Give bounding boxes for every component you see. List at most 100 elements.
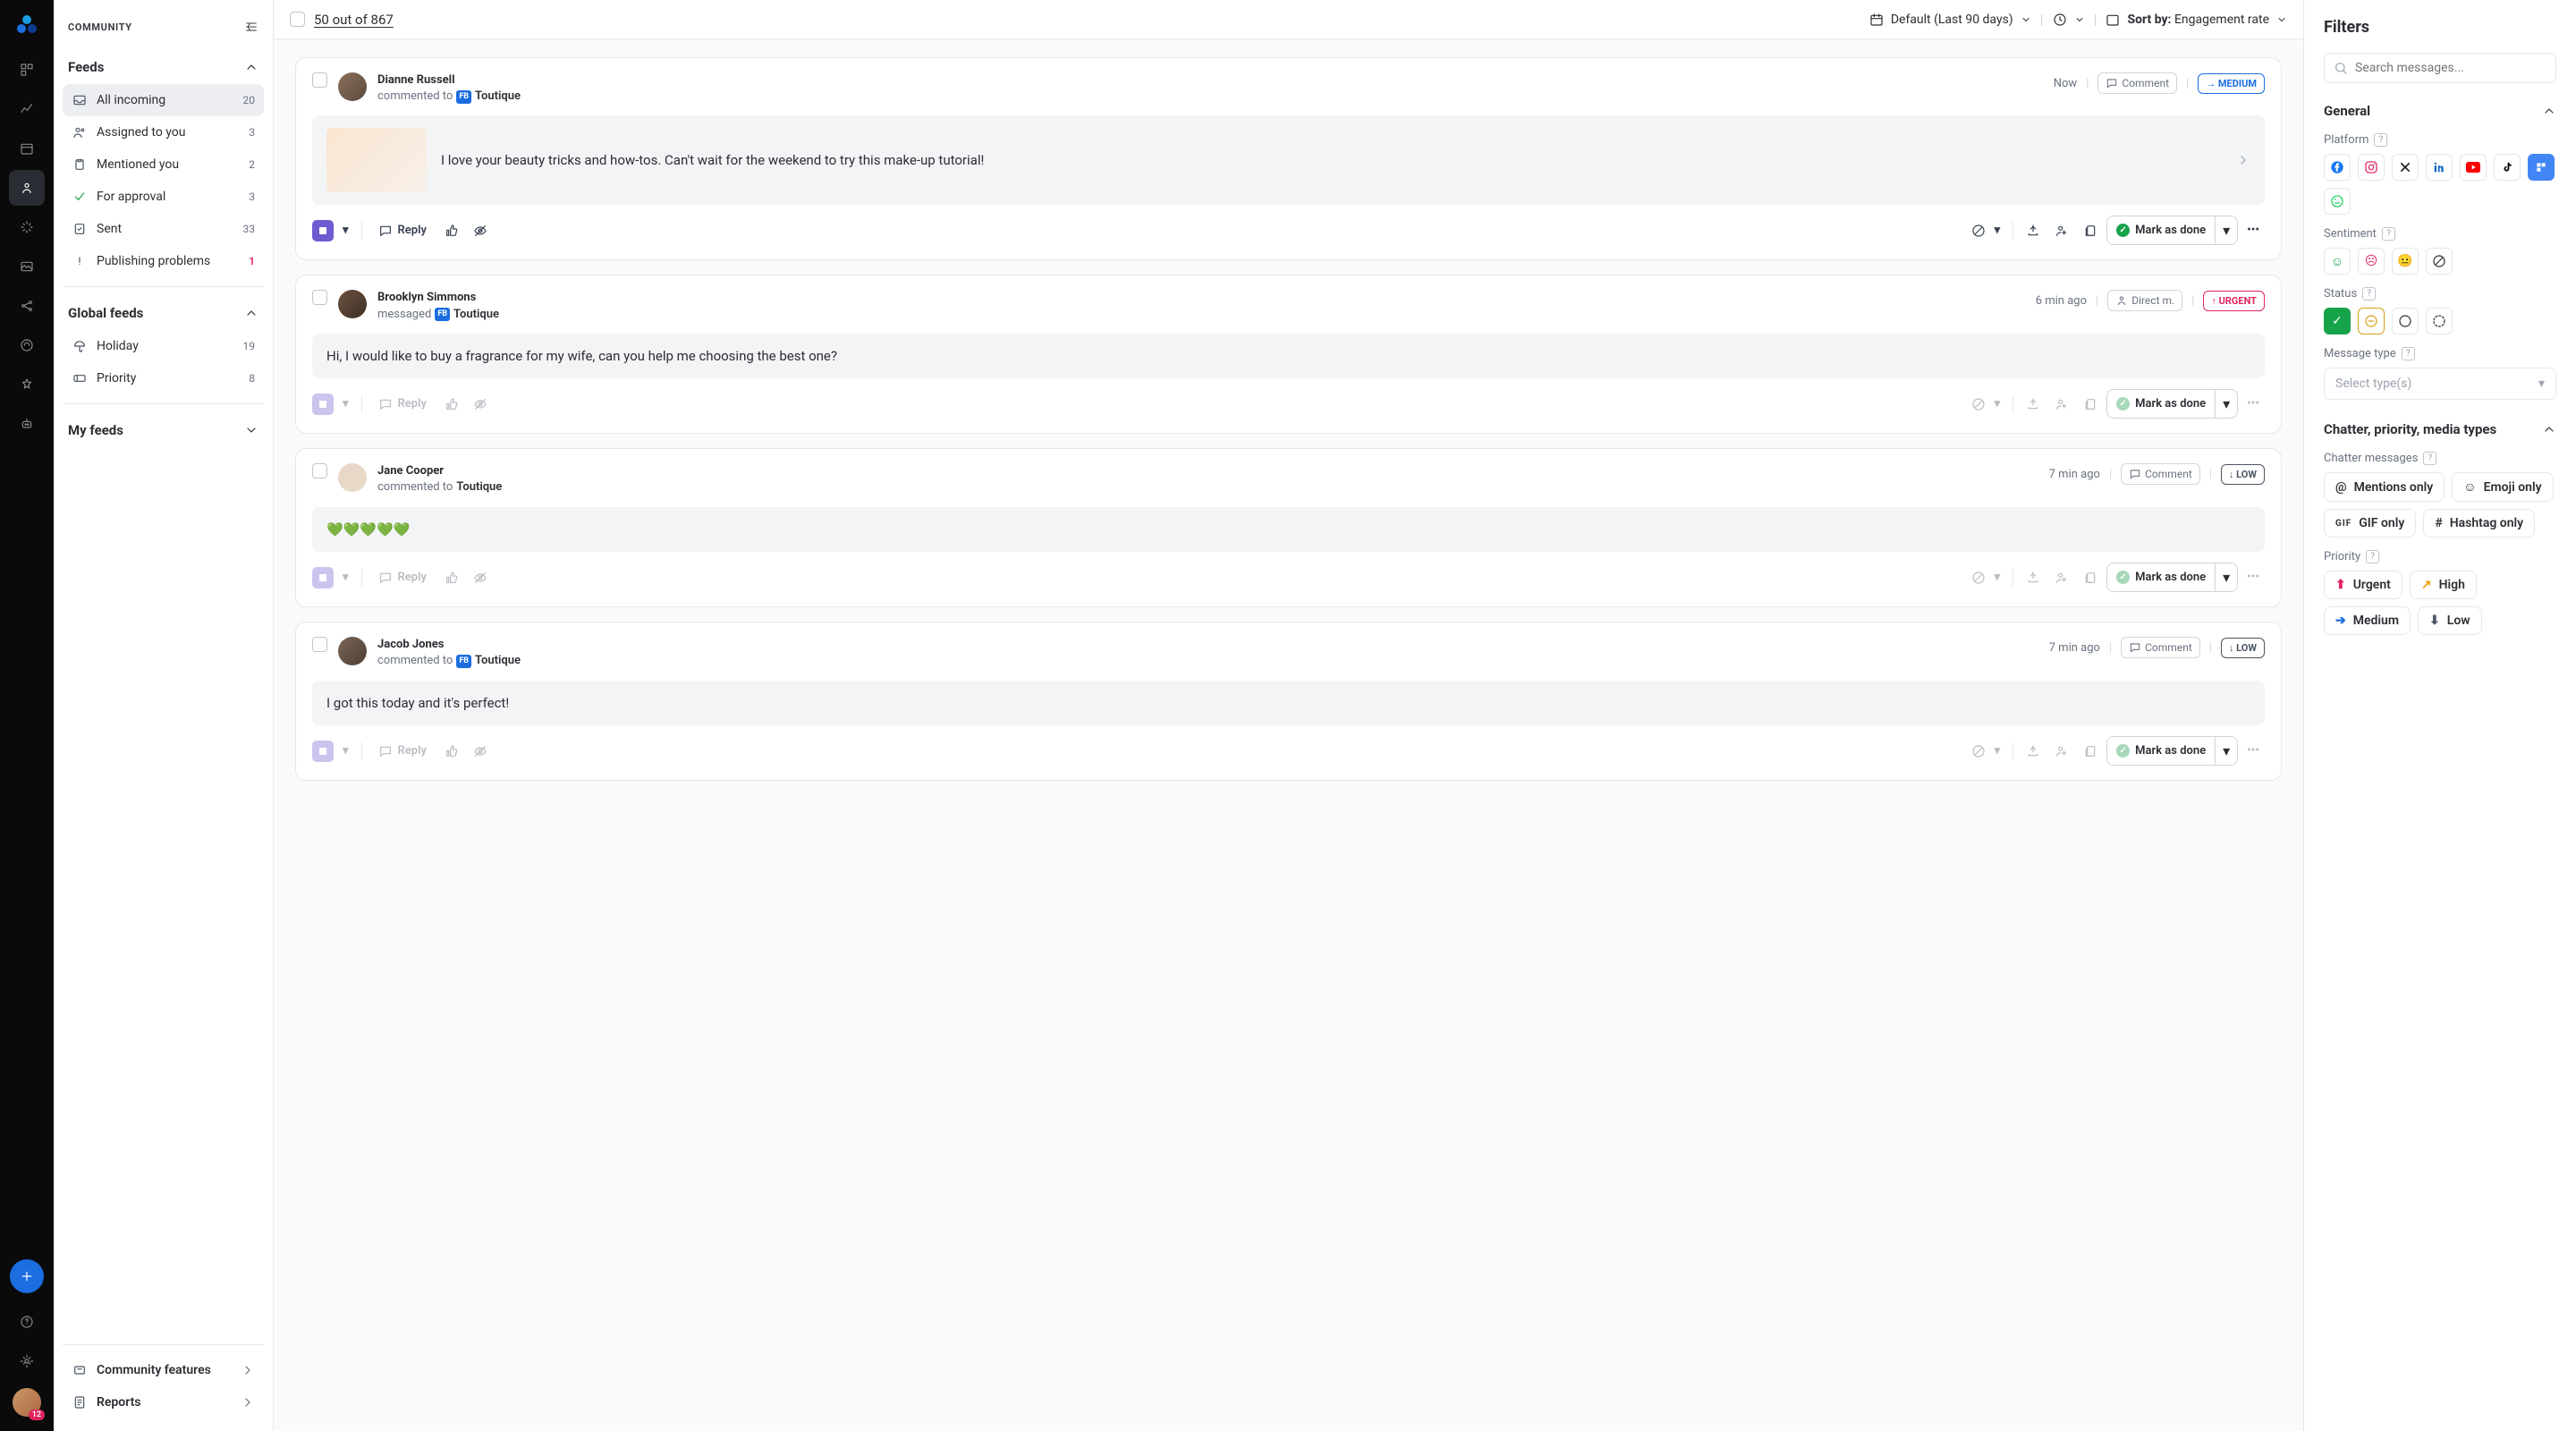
nav-community-icon[interactable] (9, 170, 45, 206)
nav-analytics-icon[interactable] (9, 91, 45, 127)
assign-button[interactable] (2049, 392, 2074, 417)
nav-media-icon[interactable] (9, 249, 45, 284)
platform-tiktok[interactable] (2494, 154, 2521, 181)
chatter-mentions[interactable]: @Mentions only (2324, 472, 2445, 502)
footer-community-features[interactable]: Community features (63, 1354, 264, 1386)
priority-high[interactable]: ↗High (2410, 571, 2477, 599)
mark-done-dropdown[interactable]: ▾ (2215, 216, 2237, 244)
hide-button[interactable] (468, 739, 493, 764)
help-icon[interactable]: ? (2366, 550, 2379, 563)
assign-button[interactable] (2049, 565, 2074, 590)
nav-bot-icon[interactable] (9, 406, 45, 442)
select-checkbox[interactable] (312, 290, 327, 305)
sentiment-positive[interactable]: ☺ (2324, 248, 2351, 275)
expand-icon[interactable] (2236, 153, 2250, 167)
channel-badge[interactable] (312, 567, 334, 588)
direct-message-pill[interactable]: Direct m. (2107, 290, 2182, 311)
platform-linkedin[interactable] (2426, 154, 2453, 181)
collapse-sidebar-icon[interactable] (244, 20, 258, 34)
platform-whatsapp[interactable] (2324, 188, 2351, 215)
hide-button[interactable] (468, 392, 493, 417)
sidebar-item-problems[interactable]: Publishing problems 1 (63, 245, 264, 277)
sidebar-item-priority[interactable]: Priority 8 (63, 362, 264, 394)
select-all-checkbox[interactable] (290, 12, 305, 27)
block-button[interactable] (1966, 739, 1991, 764)
reply-button[interactable]: Reply (369, 392, 436, 417)
help-icon[interactable]: ? (2374, 133, 2387, 147)
hide-button[interactable] (468, 218, 493, 243)
mark-done-dropdown[interactable]: ▾ (2215, 390, 2237, 418)
priority-badge[interactable]: ↓ LOW (2221, 464, 2265, 485)
copy-button[interactable] (2078, 739, 2103, 764)
help-icon[interactable] (9, 1304, 45, 1340)
platform-instagram[interactable] (2358, 154, 2385, 181)
copy-button[interactable] (2078, 565, 2103, 590)
sidebar-item-all-incoming[interactable]: All incoming 20 (63, 84, 264, 116)
compose-button[interactable] (10, 1259, 44, 1293)
help-icon[interactable]: ? (2382, 227, 2395, 241)
results-count[interactable]: 50 out of 867 (314, 12, 394, 28)
more-button[interactable]: ••• (2241, 739, 2265, 763)
block-button[interactable] (1966, 218, 1991, 243)
nav-reviews-icon[interactable] (9, 367, 45, 402)
user-avatar[interactable]: 12 (13, 1388, 41, 1417)
export-button[interactable] (2021, 392, 2046, 417)
nav-share-icon[interactable] (9, 288, 45, 324)
mark-done-dropdown[interactable]: ▾ (2215, 737, 2237, 765)
section-feeds[interactable]: Feeds (63, 50, 264, 84)
sentiment-neutral[interactable]: 😐 (2392, 248, 2419, 275)
channel-badge[interactable] (312, 220, 334, 241)
mark-done-button[interactable]: ✓Mark as done ▾ (2106, 389, 2238, 419)
platform-youtube[interactable] (2460, 154, 2487, 181)
priority-badge[interactable]: → MEDIUM (2198, 73, 2265, 94)
copy-button[interactable] (2078, 218, 2103, 243)
channel-dropdown[interactable]: ▾ (337, 565, 354, 589)
sidebar-item-sent[interactable]: Sent 33 (63, 213, 264, 245)
filter-section-general[interactable]: General (2324, 103, 2556, 119)
status-done[interactable]: ✓ (2324, 308, 2351, 334)
channel-badge[interactable] (312, 741, 334, 762)
chatter-emoji[interactable]: ☺Emoji only (2452, 472, 2553, 502)
like-button[interactable] (439, 392, 464, 417)
help-icon[interactable]: ? (2362, 287, 2376, 301)
export-button[interactable] (2021, 218, 2046, 243)
mark-done-button[interactable]: ✓Mark as done ▾ (2106, 563, 2238, 592)
export-button[interactable] (2021, 739, 2046, 764)
more-button[interactable]: ••• (2241, 565, 2265, 589)
chatter-hashtag[interactable]: #Hashtag only (2423, 509, 2535, 538)
assign-button[interactable] (2049, 218, 2074, 243)
channel-badge[interactable] (312, 394, 334, 415)
block-dropdown[interactable]: ▾ (1989, 565, 2006, 589)
nav-ai-icon[interactable] (9, 209, 45, 245)
select-checkbox[interactable] (312, 72, 327, 88)
block-dropdown[interactable]: ▾ (1989, 392, 2006, 416)
like-button[interactable] (439, 739, 464, 764)
sidebar-item-approval[interactable]: For approval 3 (63, 181, 264, 213)
channel-dropdown[interactable]: ▾ (337, 218, 354, 242)
priority-low[interactable]: ⬇Low (2418, 606, 2482, 635)
reply-button[interactable]: Reply (369, 218, 436, 243)
block-dropdown[interactable]: ▾ (1989, 739, 2006, 763)
like-button[interactable] (439, 565, 464, 590)
reply-button[interactable]: Reply (369, 739, 436, 764)
platform-facebook[interactable] (2324, 154, 2351, 181)
priority-urgent[interactable]: ⬆Urgent (2324, 571, 2402, 599)
comment-button[interactable]: Comment (2097, 72, 2177, 94)
date-range-picker[interactable]: Default (Last 90 days) (1869, 13, 2031, 27)
status-pending[interactable] (2358, 308, 2385, 334)
priority-badge[interactable]: ↓ LOW (2221, 638, 2265, 658)
help-icon[interactable]: ? (2402, 347, 2415, 360)
export-button[interactable] (2021, 565, 2046, 590)
status-open[interactable] (2392, 308, 2419, 334)
msgtype-select[interactable]: Select type(s) ▾ (2324, 368, 2556, 400)
reply-button[interactable]: Reply (369, 565, 436, 590)
select-checkbox[interactable] (312, 637, 327, 652)
copy-button[interactable] (2078, 392, 2103, 417)
more-button[interactable]: ••• (2241, 218, 2265, 242)
platform-x[interactable] (2392, 154, 2419, 181)
comment-button[interactable]: Comment (2121, 637, 2200, 658)
hide-button[interactable] (468, 565, 493, 590)
select-checkbox[interactable] (312, 463, 327, 478)
like-button[interactable] (439, 218, 464, 243)
nav-calendar-icon[interactable] (9, 131, 45, 166)
